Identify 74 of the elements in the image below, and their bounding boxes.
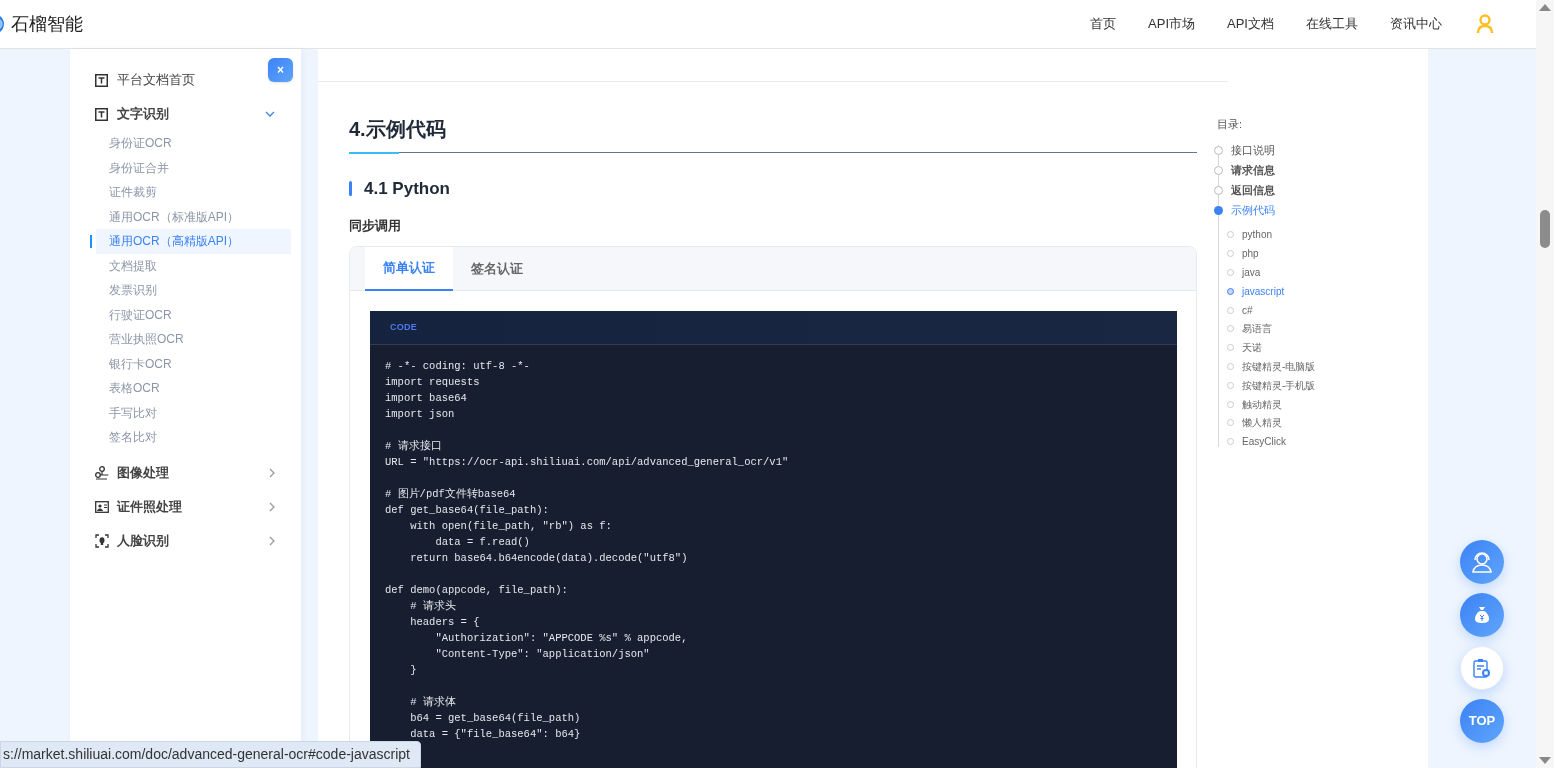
clipboard-icon bbox=[1473, 658, 1491, 678]
user-icon[interactable] bbox=[1476, 14, 1494, 34]
sidebar-subitem[interactable]: 身份证合并 bbox=[96, 155, 291, 180]
logo-text: 石榴智能 bbox=[11, 12, 83, 36]
support-button[interactable] bbox=[1460, 540, 1504, 584]
toc-link[interactable]: 返回信息 bbox=[1231, 182, 1275, 199]
code-label: CODE bbox=[390, 320, 417, 334]
sidebar-item-label: 证件照处理 bbox=[117, 497, 183, 516]
id-card-icon bbox=[94, 500, 109, 513]
sidebar-item-label: 文字识别 bbox=[117, 105, 170, 124]
face-scan-icon bbox=[94, 533, 109, 548]
sidebar-subitem[interactable]: 营业执照OCR bbox=[96, 327, 291, 352]
sidebar-subitem[interactable]: 银行卡OCR bbox=[96, 351, 291, 376]
toc-sublink[interactable]: 易语言 bbox=[1242, 321, 1272, 337]
sidebar-item[interactable]: 人脸识别 bbox=[70, 523, 301, 558]
scrollbar[interactable] bbox=[1536, 0, 1554, 768]
nav-link[interactable]: 资讯中心 bbox=[1390, 14, 1442, 34]
sidebar-item-label: 图像处理 bbox=[117, 463, 170, 482]
toc-title: 目录: bbox=[1217, 117, 1244, 132]
scroll-down-arrow-icon[interactable] bbox=[1539, 757, 1551, 764]
subsection-heading: 4.1 Python bbox=[364, 178, 450, 200]
text-icon bbox=[95, 73, 108, 87]
toc-sublink[interactable]: 触动精灵 bbox=[1242, 396, 1282, 412]
sidebar-subitem[interactable]: 通用OCR（标准版API） bbox=[96, 204, 291, 229]
sidebar-subitem[interactable]: 通用OCR（高精版API） bbox=[96, 229, 291, 254]
code-text: # -*- coding: utf-8 -*- import requests import base64 import json # 请求接口 URL = "https://ocr-api.shiliuai.com/api/advanced_general_ocr/v1" # 图片/pdf文件转base64 def get_base64(file_path): with open(file_path, "rb") as f: data = f.read() return base64.b64encode(data).decode("utf8") def demo(appcode, file_path): # 请求头 headers = { "Authorization": "APPCODE %s" % appcode, "Content-Type": "application/json" } # 请求体 b64 = get_base64(file_path) data = {"file_base64": b64} bbox=[384, 359, 790, 742]
auth-tab[interactable]: 签名认证 bbox=[453, 247, 541, 291]
nav-link[interactable]: 在线工具 bbox=[1306, 14, 1358, 34]
nav-link[interactable]: API文档 bbox=[1227, 14, 1274, 34]
text-icon bbox=[95, 107, 108, 121]
scroll-up-arrow-icon[interactable] bbox=[1539, 4, 1551, 11]
toc-sublink[interactable]: EasyClick bbox=[1242, 434, 1286, 450]
sidebar-item-label: 人脸识别 bbox=[117, 531, 170, 550]
sidebar-subitem[interactable]: 证件裁剪 bbox=[96, 180, 291, 205]
chevron-down-icon bbox=[265, 111, 275, 117]
toc-sublink[interactable]: 按键精灵-手机版 bbox=[1242, 377, 1316, 393]
sidebar-subitem[interactable]: 文档提取 bbox=[96, 253, 291, 278]
sidebar-subitem[interactable]: 身份证OCR bbox=[96, 131, 291, 156]
scrollbar-thumb[interactable] bbox=[1540, 210, 1550, 248]
active-indicator bbox=[90, 235, 92, 248]
toc-sublink[interactable]: javascript bbox=[1242, 283, 1285, 299]
chevron-right-icon bbox=[269, 535, 275, 546]
nav-link[interactable]: API市场 bbox=[1148, 14, 1196, 34]
sidebar-item[interactable]: 平台文档首页 bbox=[70, 63, 199, 97]
toc-sublink[interactable]: c# bbox=[1242, 302, 1253, 318]
toc-sublink[interactable]: java bbox=[1242, 265, 1261, 280]
toc-link[interactable]: 示例代码 bbox=[1231, 202, 1275, 219]
nodes-icon bbox=[94, 465, 109, 480]
headset-person-icon bbox=[1470, 550, 1494, 574]
sidebar-subitem[interactable]: 签名比对 bbox=[96, 425, 291, 450]
sidebar-subitem[interactable]: 发票识别 bbox=[96, 278, 291, 303]
sync-call-label: 同步调用 bbox=[349, 216, 402, 235]
money-bag-button[interactable] bbox=[1460, 593, 1504, 637]
auth-tab[interactable]: 简单认证 bbox=[365, 247, 453, 291]
clipboard-button[interactable] bbox=[1460, 646, 1504, 690]
sidebar-item[interactable]: 文字识别 bbox=[70, 97, 301, 131]
chevron-right-icon bbox=[269, 501, 275, 512]
sidebar-item-label: 平台文档首页 bbox=[117, 71, 195, 90]
section-heading: 4.示例代码 bbox=[349, 117, 447, 142]
toc-link[interactable]: 请求信息 bbox=[1231, 162, 1275, 179]
sidebar-item[interactable]: 证件照处理 bbox=[70, 489, 301, 524]
toc-sublink[interactable]: 按键精灵-电脑版 bbox=[1242, 358, 1316, 374]
sidebar-subitem[interactable]: 手写比对 bbox=[96, 400, 291, 425]
toc-link[interactable]: 接口说明 bbox=[1231, 142, 1275, 159]
money-bag-icon bbox=[1474, 606, 1490, 624]
sidebar-subitem[interactable]: 行驶证OCR bbox=[96, 302, 291, 327]
status-url: s://market.shiliuai.com/doc/advanced-general-ocr#code-javascript bbox=[0, 741, 421, 768]
toc-sublink[interactable]: 天诺 bbox=[1242, 340, 1262, 356]
toc-sublink[interactable]: 懒人精灵 bbox=[1242, 415, 1282, 431]
nav-link[interactable]: 首页 bbox=[1090, 14, 1117, 34]
toc-sublink[interactable]: php bbox=[1242, 246, 1259, 262]
chevron-right-icon bbox=[269, 467, 275, 478]
toc-sublink[interactable]: python bbox=[1242, 227, 1273, 243]
sidebar-item[interactable]: 图像处理 bbox=[70, 455, 301, 490]
